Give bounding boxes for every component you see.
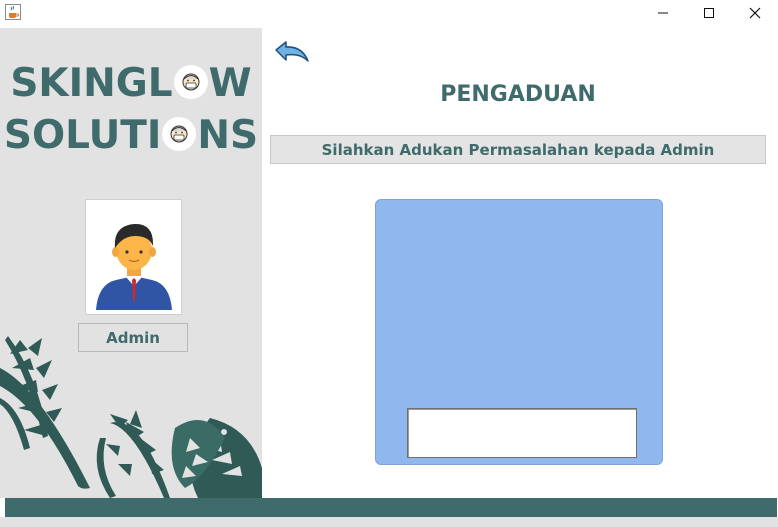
page-title: PENGADUAN <box>440 82 596 107</box>
businessman-avatar-icon <box>96 223 172 310</box>
close-button[interactable] <box>732 0 778 26</box>
brand-text: NS <box>197 113 259 158</box>
face-mask-logo-icon <box>162 117 197 151</box>
brand-text: W <box>208 61 252 106</box>
complaint-input[interactable] <box>407 408 637 458</box>
avatar <box>85 199 182 315</box>
maximize-icon <box>704 8 714 18</box>
minimize-button[interactable] <box>640 0 686 26</box>
instruction-label: Silahkan Adukan Permasalahan kepada Admi… <box>270 135 766 164</box>
app-window: SKINGL W SOLUTI NS Admin PENGADUAN Silah… <box>0 0 778 527</box>
java-cup-icon <box>5 4 21 20</box>
brand-text: SKINGL <box>10 61 173 106</box>
brand-title: SKINGL W SOLUTI NS <box>0 58 262 162</box>
face-mask-logo-icon <box>173 65 208 99</box>
footer-bar <box>5 498 777 517</box>
title-bar <box>0 0 778 26</box>
tropical-leaves-decoration <box>0 336 262 498</box>
footer-strip <box>0 517 778 527</box>
brand-text: SOLUTI <box>3 113 162 158</box>
maximize-button[interactable] <box>686 0 732 26</box>
minimize-icon <box>658 12 668 14</box>
brand-line-2: SOLUTI NS <box>0 110 262 162</box>
sidebar-panel: SKINGL W SOLUTI NS Admin <box>0 28 262 498</box>
close-icon <box>749 7 761 19</box>
back-arrow-icon <box>275 41 309 62</box>
brand-line-1: SKINGL W <box>0 58 262 110</box>
back-button[interactable] <box>274 40 310 66</box>
